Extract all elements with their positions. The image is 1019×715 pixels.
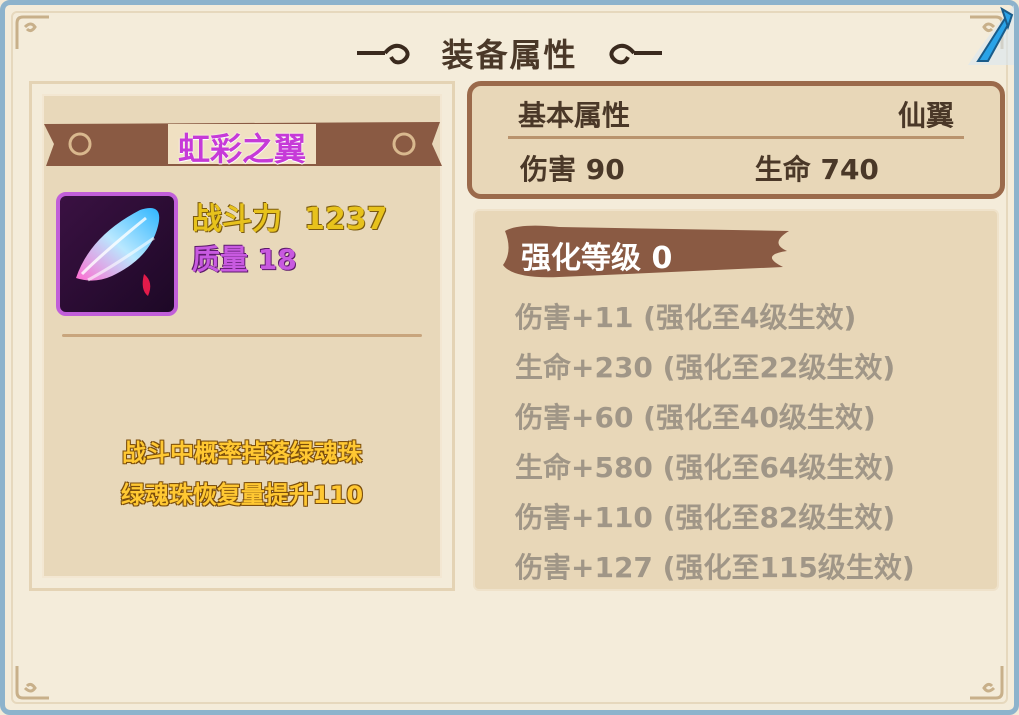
enhance-level-banner: 强化等级 0 — [499, 221, 795, 281]
enhance-bonus-item: 伤害+11 (强化至4级生效) — [515, 301, 857, 334]
title-ornament-left-icon — [357, 43, 411, 65]
dialog-header: 装备属性 — [5, 23, 1014, 83]
basic-attributes-label: 基本属性 — [518, 99, 631, 132]
enhance-bonus-item: 伤害+60 (强化至40级生效) — [515, 401, 876, 434]
enhance-bonus-item: 生命+580 (强化至64级生效) — [515, 451, 896, 484]
description-line: 绿魂珠恢复量提升110 — [120, 481, 364, 509]
corner-ornament-icon — [966, 662, 1006, 702]
combat-power-value: 1237 — [304, 202, 388, 237]
dialog-title: 装备属性 — [441, 36, 578, 74]
item-quality: 质量 18 — [192, 243, 297, 276]
stat-life: 生命 740 — [754, 153, 879, 186]
enhance-bonus-item: 伤害+110 (强化至82级生效) — [515, 501, 896, 534]
enhance-panel: 强化等级 0 伤害+11 (强化至4级生效) 生命+230 (强化至22级生效)… — [473, 209, 999, 591]
divider — [62, 334, 422, 337]
item-description: 战斗中概率掉落绿魂珠 绿魂珠恢复量提升110 — [32, 432, 452, 516]
basic-stats: 伤害 90 生命 740 — [520, 146, 879, 190]
item-info-panel: 虹彩之翼 战斗力 1237 质量 18 战斗中概率掉落绿魂珠 绿魂珠恢复量提升1… — [29, 81, 455, 591]
stat-damage: 伤害 90 — [520, 153, 625, 186]
item-name: 虹彩之翼 — [177, 130, 306, 168]
item-name-banner: 虹彩之翼 — [40, 116, 444, 172]
description-line: 战斗中概率掉落绿魂珠 — [122, 439, 362, 467]
combat-power-label: 战斗力 — [192, 202, 282, 237]
item-type: 仙翼 — [897, 99, 954, 132]
basic-attributes-box: 基本属性 仙翼 伤害 90 生命 740 — [467, 81, 1005, 199]
basic-attributes-header: 基本属性 仙翼 — [518, 92, 954, 136]
corner-ornament-icon — [13, 662, 53, 702]
title-ornament-right-icon — [608, 43, 662, 65]
divider — [508, 136, 964, 139]
equipment-dialog: 装备属性 虹彩之翼 战斗力 1237 质量 18 战斗中概率掉落绿魂珠 绿魂珠恢… — [0, 0, 1019, 715]
enhance-bonus-item: 生命+230 (强化至22级生效) — [515, 351, 896, 384]
rainbow-wings-icon[interactable] — [56, 192, 178, 316]
enhance-bonus-list: 伤害+11 (强化至4级生效) 生命+230 (强化至22级生效) 伤害+60 … — [515, 293, 915, 593]
enhance-bonus-item: 伤害+127 (强化至115级生效) — [515, 551, 915, 584]
enhance-level-label: 强化等级 0 — [521, 241, 673, 276]
combat-power: 战斗力 1237 — [192, 194, 388, 238]
